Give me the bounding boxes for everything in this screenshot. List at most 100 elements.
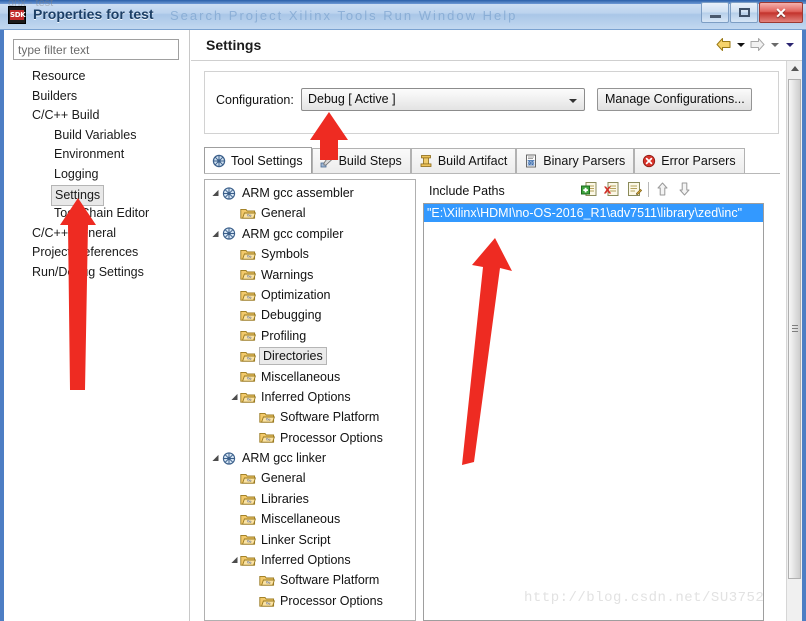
back-arrow-icon[interactable] xyxy=(715,37,732,52)
background-menu-bar: Search Project Xilinx Tools Run Window H… xyxy=(170,8,518,23)
sdk-icon: SDK xyxy=(8,6,26,24)
restore-button[interactable] xyxy=(730,2,758,23)
sidebar-item-label: Logging xyxy=(54,166,99,181)
chevron-down-icon xyxy=(569,99,577,103)
folder-icon xyxy=(240,288,257,303)
chevron-down-icon[interactable]: ◢ xyxy=(229,550,240,570)
tool-tree-item-libraries[interactable]: Libraries xyxy=(205,489,415,509)
sdk-icon-label: SDK xyxy=(10,10,26,20)
folder-icon xyxy=(259,430,276,445)
tab-tool-settings[interactable]: Tool Settings xyxy=(204,147,312,173)
tool-tree-item-label: Miscellaneous xyxy=(261,512,341,527)
dialog-body: ▷ResourceBuilders◢C/C++ BuildBuild Varia… xyxy=(4,30,802,621)
tool-tree-item-profiling[interactable]: Profiling xyxy=(205,326,415,346)
tool-tree-item-optimization[interactable]: Optimization xyxy=(205,285,415,305)
properties-dialog: gnx - test Search Project Xilinx Tools R… xyxy=(0,0,806,621)
tool-tree-item-symbols[interactable]: Symbols xyxy=(205,244,415,264)
tool-tree-item-directories[interactable]: Directories xyxy=(205,346,415,366)
edit-include-path-button[interactable] xyxy=(625,181,643,198)
tool-tree-item-label: General xyxy=(261,471,306,486)
tool-tree-item-miscellaneous[interactable]: Miscellaneous xyxy=(205,367,415,387)
sidebar-item-resource[interactable]: ▷Resource xyxy=(4,67,189,87)
sidebar-item-run-debug-settings[interactable]: Run/Debug Settings xyxy=(4,263,189,283)
tool-tree-item-arm-gcc-compiler[interactable]: ◢ ARM gcc compiler xyxy=(205,224,415,244)
tool-tree-item-linker-script[interactable]: Linker Script xyxy=(205,530,415,550)
tool-tree-item-label: ARM gcc assembler xyxy=(242,186,354,200)
tool-tree-item-processor-options[interactable]: Processor Options xyxy=(205,428,415,448)
view-menu-icon[interactable] xyxy=(783,37,796,52)
close-icon: ✕ xyxy=(775,4,787,21)
tool-tree-item-label: Software Platform xyxy=(280,410,380,425)
delete-include-path-button[interactable] xyxy=(603,181,620,198)
tool-tree-item-software-platform[interactable]: Software Platform xyxy=(205,570,415,590)
tool-tree-item-label: Optimization xyxy=(261,287,331,302)
include-paths-list[interactable]: "E:\Xilinx\HDMI\no-OS-2016_R1\adv7511\li… xyxy=(423,203,764,621)
sidebar-item-project-references[interactable]: Project References xyxy=(4,243,189,263)
tool-tree-item-general[interactable]: General xyxy=(205,203,415,223)
scrollbar-up-button[interactable] xyxy=(787,61,802,76)
tab-build-steps[interactable]: Build Steps xyxy=(311,148,411,173)
tool-tree-item-processor-options[interactable]: Processor Options xyxy=(205,591,415,611)
forward-arrow-icon xyxy=(749,37,766,52)
back-dropdown-icon[interactable] xyxy=(734,37,747,52)
tab-label: Build Steps xyxy=(338,154,402,168)
chevron-down-icon[interactable]: ◢ xyxy=(210,448,221,468)
tab-label: Error Parsers xyxy=(661,154,736,168)
window-title: Properties for test xyxy=(33,6,154,22)
sidebar-item-c-c-general[interactable]: ▷C/C++ General xyxy=(4,224,189,244)
folder-icon xyxy=(240,492,257,507)
chevron-down-icon[interactable]: ◢ xyxy=(229,387,240,407)
tool-tree-item-arm-gcc-assembler[interactable]: ◢ ARM gcc assembler xyxy=(205,183,415,203)
sidebar-item-settings[interactable]: Settings xyxy=(4,184,189,207)
preference-pages-pane: ▷ResourceBuilders ◢C/C++ BuildBuild Varia… xyxy=(4,30,190,621)
minimize-button[interactable] xyxy=(701,2,729,23)
sidebar-item-label: Environment xyxy=(54,147,125,162)
binary-parsers-icon: 010 xyxy=(524,154,538,168)
scrollbar-thumb[interactable] xyxy=(788,79,801,579)
sidebar-item-label: Build Variables xyxy=(54,127,137,142)
tool-tree-item-warnings[interactable]: Warnings xyxy=(205,265,415,285)
chevron-down-icon[interactable]: ◢ xyxy=(210,183,221,203)
sidebar-item-c-c-build[interactable]: ◢C/C++ Build xyxy=(4,106,189,126)
error-parsers-icon xyxy=(642,154,656,168)
folder-icon xyxy=(259,410,276,425)
settings-page: Settings Configuration: Debug [Active]… xyxy=(191,30,802,621)
sidebar-item-build-variables[interactable]: Build Variables xyxy=(4,126,189,146)
settings-scrollbar[interactable] xyxy=(786,61,802,621)
sidebar-item-environment[interactable]: Environment xyxy=(4,145,189,165)
settings-tab-strip: Tool Settings Build Steps Build Artifact 01… xyxy=(204,147,780,174)
sidebar-item-builders[interactable]: Builders xyxy=(4,87,189,107)
include-paths-toolbar xyxy=(581,181,694,198)
sidebar-item-logging[interactable]: Logging xyxy=(4,165,189,185)
folder-icon xyxy=(259,594,276,609)
title-bar[interactable]: gnx - test Search Project Xilinx Tools R… xyxy=(0,0,806,30)
tool-icon xyxy=(221,226,237,241)
tool-tree-item-label: General xyxy=(261,206,306,221)
add-include-path-button[interactable] xyxy=(581,181,598,198)
tool-tree-item-debugging[interactable]: Debugging xyxy=(205,305,415,325)
include-path-row[interactable]: "E:\Xilinx\HDMI\no-OS-2016_R1\adv7511\li… xyxy=(424,204,763,222)
filter-input[interactable] xyxy=(13,39,179,60)
tool-tree-item-software-platform[interactable]: Software Platform xyxy=(205,407,415,427)
tool-tree-item-miscellaneous[interactable]: Miscellaneous xyxy=(205,509,415,529)
tab-error-parsers[interactable]: Error Parsers xyxy=(634,148,745,173)
tab-binary-parsers[interactable]: 010 Binary Parsers xyxy=(516,148,635,173)
tool-settings-icon xyxy=(212,154,226,168)
tool-tree-item-general[interactable]: General xyxy=(205,468,415,488)
tab-build-artifact[interactable]: Build Artifact xyxy=(410,148,517,173)
svg-text:010: 010 xyxy=(527,161,535,167)
sidebar-item-tool-chain-editor[interactable]: Tool Chain Editor xyxy=(4,204,189,224)
configuration-selected-value: Debug [ Active ] xyxy=(308,92,396,106)
tool-tree-item-inferred-options[interactable]: ◢ Inferred Options xyxy=(205,550,415,570)
tool-tree-item-label: Inferred Options xyxy=(261,553,351,568)
manage-configurations-button[interactable]: Manage Configurations... xyxy=(597,88,752,111)
build-steps-icon xyxy=(320,154,334,168)
tool-tree-item-label: Inferred Options xyxy=(261,389,351,404)
close-button[interactable]: ✕ xyxy=(759,2,803,23)
tool-tree-item-inferred-options[interactable]: ◢ Inferred Options xyxy=(205,387,415,407)
forward-dropdown-icon xyxy=(768,37,781,52)
chevron-down-icon[interactable]: ◢ xyxy=(210,224,221,244)
configuration-combo[interactable]: Debug [ Active ] xyxy=(301,88,585,111)
page-header: Settings xyxy=(191,30,802,61)
tool-tree-item-arm-gcc-linker[interactable]: ◢ ARM gcc linker xyxy=(205,448,415,468)
